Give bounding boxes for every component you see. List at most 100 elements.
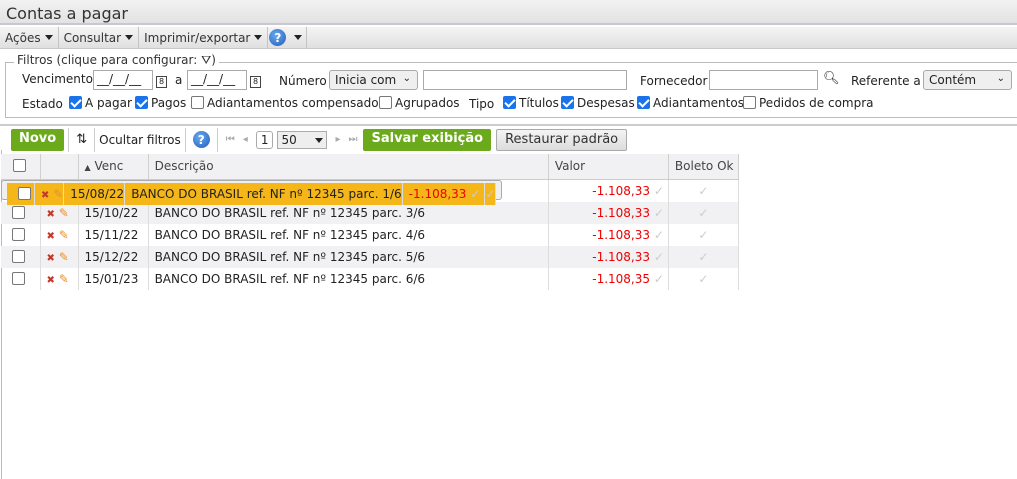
filter-funnel-icon[interactable]: ⛛ xyxy=(201,53,211,67)
first-page-icon[interactable]: ⏮ xyxy=(226,134,235,145)
check-icon: ✓ xyxy=(470,186,481,201)
valor-cell: -1.108,33 ✓ xyxy=(548,223,669,246)
estado-pagos[interactable]: Pagos xyxy=(135,96,186,110)
checkbox[interactable] xyxy=(637,96,650,109)
checkbox[interactable] xyxy=(135,96,148,109)
table-row[interactable]: ✖ ✎ 15/08/22 BANCO DO BRASIL ref. NF nº … xyxy=(1,179,503,205)
table-row[interactable]: ✖ ✎ 15/12/22 BANCO DO BRASIL ref. NF nº … xyxy=(1,245,740,268)
row-checkbox[interactable] xyxy=(18,186,31,200)
menu-acoes[interactable]: Ações xyxy=(0,27,59,48)
descricao-header[interactable]: Descrição xyxy=(148,154,549,180)
calendar-icon[interactable]: 8 xyxy=(156,73,167,88)
descricao-cell: BANCO DO BRASIL ref. NF nº 12345 parc. 5… xyxy=(148,245,549,268)
checkbox[interactable] xyxy=(561,96,574,109)
delete-icon[interactable]: ✖ xyxy=(41,190,49,201)
actions-header xyxy=(40,154,79,180)
tipo-pedidos-de-compra[interactable]: Pedidos de compra xyxy=(743,96,874,110)
descricao-cell: BANCO DO BRASIL ref. NF nº 12345 parc. 6… xyxy=(148,267,549,290)
last-page-icon[interactable]: ⏭ xyxy=(348,134,357,145)
fornecedor-input[interactable] xyxy=(709,70,818,90)
delete-icon[interactable]: ✖ xyxy=(47,209,55,220)
valor-text: -1.108,33 xyxy=(592,205,651,220)
check-icon: ✓ xyxy=(485,186,496,201)
row-checkbox-cell[interactable] xyxy=(1,267,41,290)
estado-adiantamentos-compensados[interactable]: Adiantamentos compensados xyxy=(191,96,385,110)
checkbox[interactable] xyxy=(191,96,204,109)
tipo-adiantamentos[interactable]: Adiantamentos xyxy=(637,96,744,110)
salvar-exibicao-button[interactable]: Salvar exibição xyxy=(363,128,492,151)
delete-icon[interactable]: ✖ xyxy=(47,253,55,264)
boleto-ok-cell[interactable]: ✓ xyxy=(668,201,740,224)
valor-cell: -1.108,33 ✓ xyxy=(548,201,669,224)
edit-pencil-icon[interactable]: ✎ xyxy=(53,187,63,201)
boleto-ok-cell[interactable]: ✓ xyxy=(668,245,740,268)
row-checkbox-cell[interactable] xyxy=(1,245,41,268)
row-checkbox-cell[interactable] xyxy=(7,182,35,205)
menu-help[interactable]: ? xyxy=(268,27,308,48)
page-size-select[interactable]: 50 xyxy=(277,130,328,149)
edit-pencil-icon[interactable]: ✎ xyxy=(59,206,69,220)
ocultar-filtros-button[interactable]: Ocultar filtros xyxy=(99,133,181,147)
valor-text: -1.108,33 xyxy=(408,186,467,201)
delete-icon[interactable]: ✖ xyxy=(47,275,55,286)
table-row[interactable]: ✖ ✎ 15/11/22 BANCO DO BRASIL ref. NF nº … xyxy=(1,223,740,246)
menu-imprimir-exportar[interactable]: Imprimir/exportar xyxy=(139,27,269,48)
venc-header[interactable]: ▲ Venc xyxy=(78,154,149,180)
boleto-ok-cell[interactable]: ✓ xyxy=(668,179,740,202)
numero-mode-select[interactable]: Inicia com ⌄ xyxy=(329,70,418,90)
restaurar-padrao-button[interactable]: Restaurar padrão xyxy=(496,128,628,151)
referente-select[interactable]: Contém ⌄ xyxy=(923,70,1012,90)
row-checkbox[interactable] xyxy=(12,205,25,219)
checkbox[interactable] xyxy=(503,96,516,109)
boleto-ok-cell[interactable]: ✓ xyxy=(668,223,740,246)
row-checkbox-cell[interactable] xyxy=(1,223,41,246)
select-all-checkbox[interactable] xyxy=(13,159,26,173)
venc-cell: 15/01/23 xyxy=(78,267,149,290)
filters-legend[interactable]: Filtros (clique para configurar: ⛛) xyxy=(14,53,219,68)
menu-label: Ações xyxy=(5,30,41,45)
boleto-ok-cell[interactable]: ✓ xyxy=(484,182,497,205)
estado-agrupados[interactable]: Agrupados xyxy=(379,96,460,110)
estado-a-pagar[interactable]: A pagar xyxy=(69,96,132,110)
next-page-icon[interactable]: ▸ xyxy=(335,134,340,145)
select-value: 50 xyxy=(281,132,297,147)
search-icon[interactable]: 🔍︎ xyxy=(823,71,840,86)
table-row[interactable]: ✖ ✎ 15/10/22 BANCO DO BRASIL ref. NF nº … xyxy=(1,201,740,224)
header-label: Venc xyxy=(94,159,124,174)
row-checkbox[interactable] xyxy=(12,271,25,285)
checkbox[interactable] xyxy=(69,96,82,109)
valor-header[interactable]: Valor xyxy=(548,154,669,180)
menu-consultar[interactable]: Consultar xyxy=(59,27,140,48)
tipo-despesas[interactable]: Despesas xyxy=(561,96,635,110)
row-checkbox[interactable] xyxy=(12,249,25,263)
menu-label: Consultar xyxy=(63,30,122,45)
help-icon[interactable]: ? xyxy=(192,131,210,148)
edit-pencil-icon[interactable]: ✎ xyxy=(59,250,69,264)
boleto-ok-cell[interactable]: ✓ xyxy=(668,267,740,290)
calendar-icon[interactable]: 8 xyxy=(250,73,261,88)
page-input[interactable]: 1 xyxy=(255,130,274,149)
refresh-icon[interactable]: ⇅ xyxy=(76,132,87,147)
checkbox[interactable] xyxy=(379,96,392,109)
venc-cell: 15/12/22 xyxy=(78,245,149,268)
check-icon: ✓ xyxy=(653,205,664,220)
delete-icon[interactable]: ✖ xyxy=(47,231,55,242)
prev-page-icon[interactable]: ◂ xyxy=(243,134,248,145)
novo-button[interactable]: Novo xyxy=(11,128,65,151)
date-from-input[interactable]: __/__/__ xyxy=(93,70,153,90)
row-checkbox-cell[interactable] xyxy=(1,201,41,224)
row-checkbox[interactable] xyxy=(12,227,25,241)
caret-down-icon xyxy=(44,35,53,40)
boleto-ok-header[interactable]: Boleto Ok xyxy=(668,154,740,180)
checkbox[interactable] xyxy=(743,96,756,109)
edit-pencil-icon[interactable]: ✎ xyxy=(59,228,69,242)
select-all-header[interactable] xyxy=(1,154,41,180)
date-to-input[interactable]: __/__/__ xyxy=(187,70,247,90)
venc-cell: 15/08/22 xyxy=(63,182,126,205)
edit-pencil-icon[interactable]: ✎ xyxy=(59,272,69,286)
numero-input[interactable] xyxy=(423,70,627,90)
tipo-titulos[interactable]: Títulos xyxy=(503,96,559,110)
table-row[interactable]: ✖ ✎ 15/01/23 BANCO DO BRASIL ref. NF nº … xyxy=(1,267,740,290)
row-actions: ✖ ✎ xyxy=(40,267,79,290)
valor-text: -1.108,33 xyxy=(592,249,651,264)
